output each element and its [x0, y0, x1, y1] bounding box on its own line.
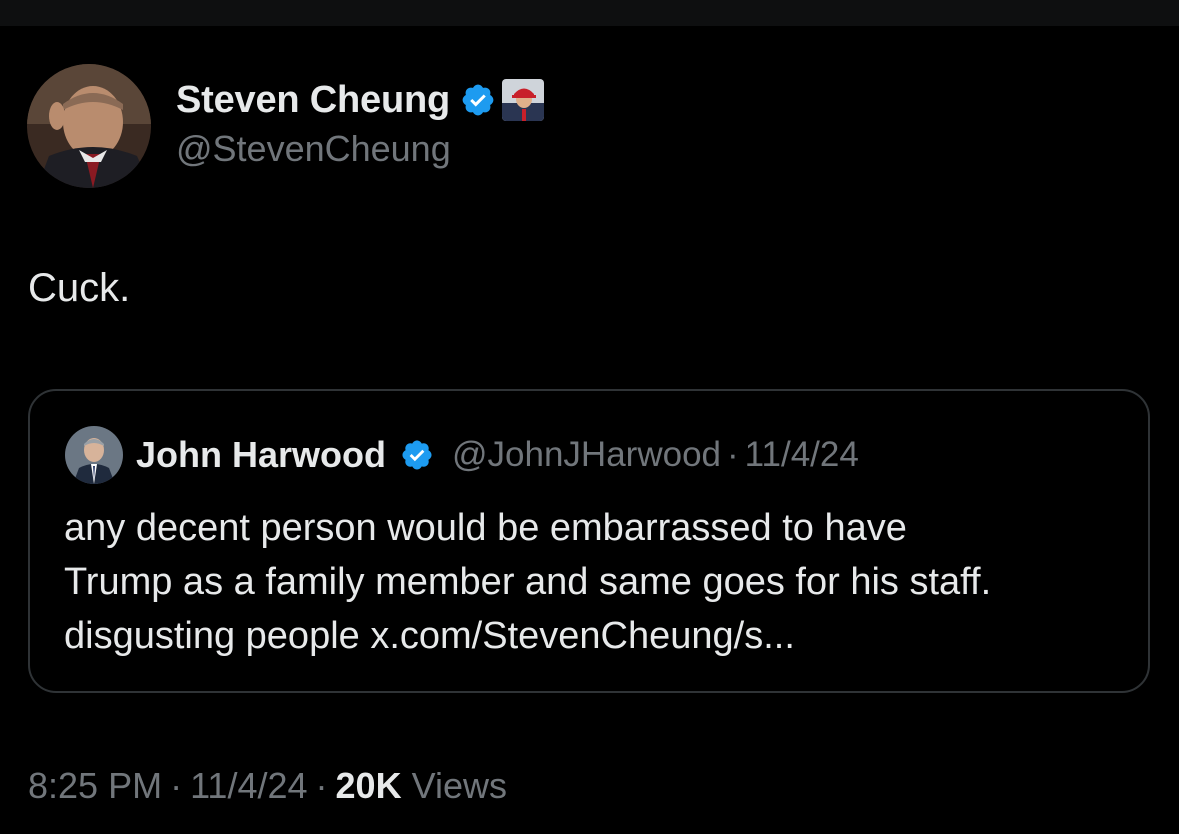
views-count[interactable]: 20K — [336, 765, 402, 807]
views-label: Views — [411, 765, 507, 806]
top-bar — [0, 0, 1179, 26]
quoted-tweet-text: any decent person would be embarrassed t… — [64, 501, 1134, 663]
person-avatar-icon — [27, 64, 151, 188]
quoted-tweet-date[interactable]: 11/4/24 — [745, 435, 859, 475]
tweet-time[interactable]: 8:25 PM — [28, 765, 162, 807]
quoted-author-avatar[interactable] — [65, 426, 123, 484]
author-name[interactable]: Steven Cheung — [176, 79, 450, 122]
separator-dot: · — [170, 765, 183, 806]
affiliation-badge-icon[interactable] — [502, 79, 544, 121]
tweet-date[interactable]: 11/4/24 — [190, 765, 307, 807]
person-avatar-icon — [65, 426, 123, 484]
verified-badge-icon — [462, 84, 494, 116]
tweet-text: Cuck. — [28, 266, 131, 310]
quoted-text-line: disgusting people x.com/StevenCheung/s..… — [64, 615, 795, 657]
verified-badge-icon — [402, 440, 432, 470]
author-handle[interactable]: @StevenCheung — [176, 128, 451, 170]
quoted-author-name[interactable]: John Harwood — [136, 434, 386, 476]
quoted-tweet-card[interactable]: John Harwood @JohnJHarwood · 11/4/24 any… — [28, 389, 1150, 693]
tweet-meta: 8:25 PM · 11/4/24 · 20K Views — [28, 765, 507, 807]
author-avatar[interactable] — [27, 64, 151, 188]
quoted-author-handle[interactable]: @JohnJHarwood — [452, 435, 721, 475]
quoted-text-line: any decent person would be embarrassed t… — [64, 507, 907, 549]
author-name-row[interactable]: Steven Cheung — [176, 76, 544, 124]
separator-dot: · — [315, 765, 328, 806]
separator-dot: · — [727, 435, 739, 474]
quoted-text-line: Trump as a family member and same goes f… — [64, 561, 992, 603]
quoted-tweet-header: John Harwood @JohnJHarwood · 11/4/24 — [136, 431, 859, 479]
